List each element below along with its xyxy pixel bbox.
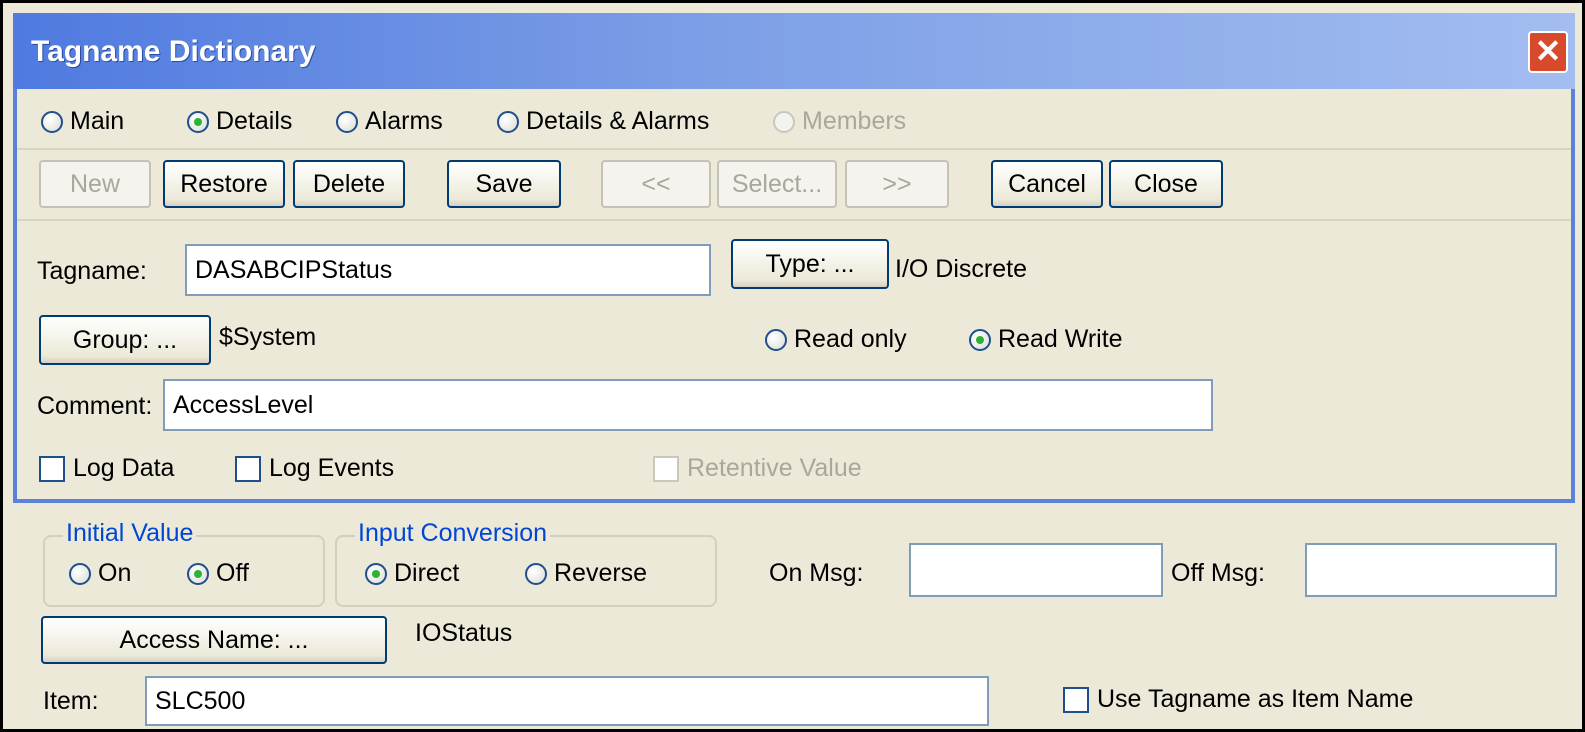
initial-on-radio[interactable]: On [69,559,131,588]
read-write-radio[interactable]: Read Write [969,325,1123,354]
reverse-label: Reverse [554,559,648,587]
on-msg-label: On Msg: [769,559,864,587]
log-data-checkbox[interactable]: Log Data [39,454,174,483]
delete-button[interactable]: Delete [293,160,405,208]
view-radio-label: Alarms [365,107,443,135]
save-button[interactable]: Save [447,160,561,208]
separator [17,219,1571,221]
log-events-checkbox[interactable]: Log Events [235,454,394,483]
checkbox-box [235,455,261,482]
retentive-value-label: Retentive Value [687,454,862,482]
view-radio-details[interactable]: Details [187,107,292,136]
cancel-button[interactable]: Cancel [991,160,1103,208]
type-value: I/O Discrete [895,255,1027,283]
checkbox-box [1063,686,1089,713]
radio-circle [41,110,63,133]
radio-circle-selected [187,562,209,585]
input-conversion-title: Input Conversion [355,519,551,548]
radio-circle [497,110,519,133]
radio-circle [525,562,547,585]
view-radio-details-alarms[interactable]: Details & Alarms [497,107,709,136]
direct-radio[interactable]: Direct [365,559,459,588]
restore-button[interactable]: Restore [163,160,285,208]
view-radio-label: Details [216,107,293,135]
comment-label: Comment: [37,392,153,420]
comment-input[interactable]: AccessLevel [163,379,1213,431]
close-icon: ✕ [1534,33,1562,69]
access-name-button[interactable]: Access Name: ... [41,616,387,664]
use-tagname-as-item-checkbox[interactable]: Use Tagname as Item Name [1063,685,1413,714]
checkbox-box [653,455,679,482]
item-label: Item: [43,687,99,715]
read-write-label: Read Write [998,325,1123,353]
radio-circle [773,110,795,133]
select-button: Select... [717,160,837,208]
radio-circle-selected [187,110,209,133]
item-input[interactable]: SLC500 [145,676,989,726]
next-button: >> [845,160,949,208]
read-only-radio[interactable]: Read only [765,325,907,354]
group-button[interactable]: Group: ... [39,315,211,365]
window-title: Tagname Dictionary [31,35,316,68]
log-events-label: Log Events [269,454,395,482]
type-button[interactable]: Type: ... [731,239,889,289]
on-msg-input[interactable] [909,543,1163,597]
access-name-value: IOStatus [415,619,513,647]
new-button: New [39,160,151,208]
view-radio-label: Main [70,107,125,135]
separator [17,148,1571,150]
tagname-dictionary-window: Tagname Dictionary ✕ Main Details Alarms… [0,0,1585,732]
off-msg-input[interactable] [1305,543,1557,597]
read-only-label: Read only [794,325,907,353]
close-window-button[interactable]: ✕ [1528,31,1568,73]
radio-circle-selected [365,562,387,585]
initial-on-label: On [98,559,132,587]
off-msg-label: Off Msg: [1171,559,1266,587]
radio-circle [765,328,787,351]
use-tagname-label: Use Tagname as Item Name [1097,685,1414,713]
main-panel-frame [13,89,1575,503]
initial-off-label: Off [216,559,249,587]
retentive-value-checkbox: Retentive Value [653,454,862,483]
previous-button: << [601,160,711,208]
group-value: $System [219,323,317,351]
log-data-label: Log Data [73,454,175,482]
checkbox-box [39,455,65,482]
view-radio-label: Details & Alarms [526,107,710,135]
radio-circle [336,110,358,133]
close-button[interactable]: Close [1109,160,1223,208]
radio-circle-selected [969,328,991,351]
view-radio-alarms[interactable]: Alarms [336,107,443,136]
initial-off-radio[interactable]: Off [187,559,249,588]
direct-label: Direct [394,559,460,587]
tagname-input[interactable]: DASABCIPStatus [185,244,711,296]
view-radio-main[interactable]: Main [41,107,124,136]
reverse-radio[interactable]: Reverse [525,559,647,588]
title-bar[interactable]: Tagname Dictionary ✕ [13,13,1575,89]
view-radio-label: Members [802,107,907,135]
radio-circle [69,562,91,585]
tagname-label: Tagname: [37,257,147,285]
initial-value-title: Initial Value [63,519,197,548]
view-radio-members: Members [773,107,906,136]
